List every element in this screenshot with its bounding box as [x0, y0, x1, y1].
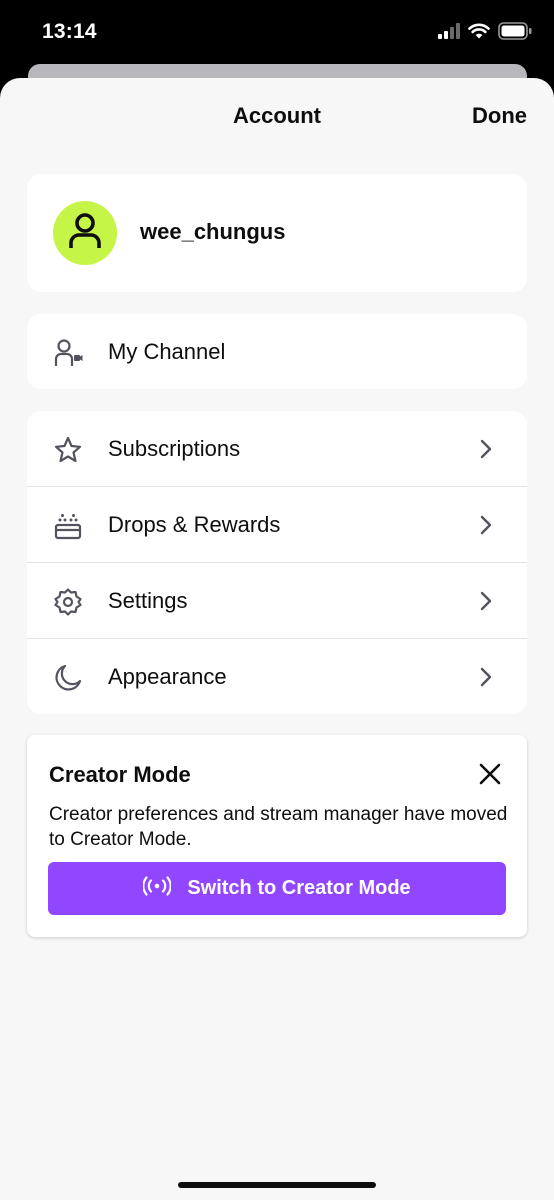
switch-to-creator-mode-button[interactable]: Switch to Creator Mode — [48, 862, 506, 915]
chevron-right-icon — [477, 665, 495, 689]
my-channel-card[interactable]: My Channel — [27, 314, 527, 389]
cellular-signal-icon — [438, 22, 460, 44]
menu-item-label: Settings — [108, 588, 188, 613]
profile-card[interactable]: wee_chungus — [27, 174, 527, 292]
chevron-right-icon — [477, 437, 495, 461]
sheet-header: Account Done — [0, 78, 554, 153]
my-channel-label: My Channel — [108, 339, 226, 364]
close-icon[interactable] — [477, 761, 503, 787]
switch-to-creator-mode-label: Switch to Creator Mode — [187, 877, 411, 899]
drops-icon — [53, 511, 83, 541]
broadcast-icon — [142, 875, 173, 902]
menu-item-appearance[interactable]: Appearance — [27, 639, 527, 714]
moon-icon — [53, 663, 83, 693]
gear-icon — [53, 587, 83, 617]
wifi-icon — [468, 23, 490, 44]
menu-item-label: Drops & Rewards — [108, 512, 281, 537]
status-time: 13:14 — [42, 20, 97, 43]
account-menu: Subscriptions Drops & Rewards Settings A… — [27, 411, 527, 714]
chevron-right-icon — [477, 589, 495, 613]
account-sheet: Account Done wee_chungus My Channel Subs… — [0, 78, 554, 1200]
avatar — [53, 201, 117, 265]
done-button[interactable]: Done — [472, 103, 527, 129]
username: wee_chungus — [140, 219, 286, 244]
status-bar: 13:14 — [0, 0, 554, 64]
menu-item-label: Appearance — [108, 664, 227, 689]
channel-icon — [53, 338, 83, 368]
status-icons — [438, 21, 532, 45]
creator-mode-title: Creator Mode — [49, 762, 191, 787]
menu-item-settings[interactable]: Settings — [27, 563, 527, 638]
my-channel-row[interactable]: My Channel — [27, 314, 527, 389]
menu-item-label: Subscriptions — [108, 436, 241, 461]
home-indicator[interactable] — [178, 1182, 376, 1188]
user-icon — [68, 212, 102, 255]
creator-mode-description: Creator preferences and stream manager h… — [49, 804, 508, 850]
menu-item-subscriptions[interactable]: Subscriptions — [27, 411, 527, 486]
menu-item-drops-rewards[interactable]: Drops & Rewards — [27, 487, 527, 562]
battery-icon — [498, 21, 532, 45]
creator-mode-card: Creator Mode Creator preferences and str… — [27, 735, 527, 937]
star-icon — [53, 435, 83, 465]
page-title: Account — [233, 103, 321, 128]
chevron-right-icon — [477, 513, 495, 537]
